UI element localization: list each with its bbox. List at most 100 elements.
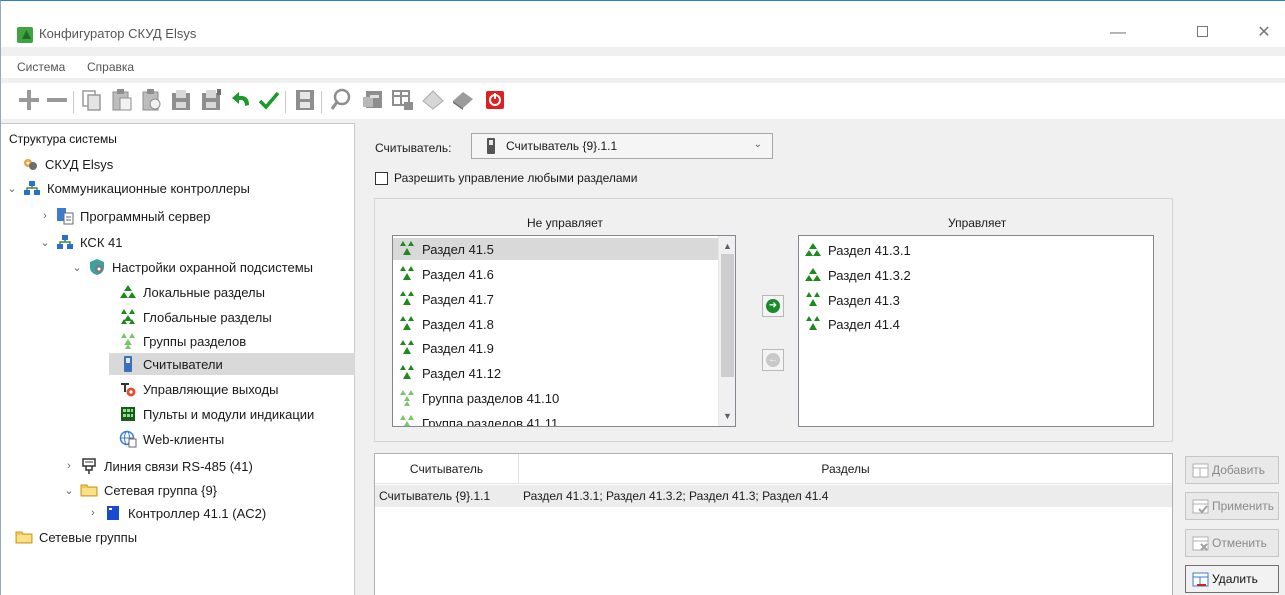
table-row[interactable]: Считыватель {9}.1.1 Раздел 41.3.1; Разде…	[375, 485, 1172, 507]
tree-item-label: Web-клиенты	[143, 431, 225, 447]
remove-icon[interactable]	[45, 87, 69, 113]
partition-group-icon	[398, 389, 416, 407]
reader-select[interactable]: Считыватель {9}.1.1 ⌄	[471, 133, 773, 159]
tree-item-label: Группы разделов	[143, 333, 247, 349]
list-item[interactable]: Раздел 41.6	[393, 263, 735, 285]
list-item[interactable]: Раздел 41.3	[799, 289, 1153, 311]
delete-button[interactable]: Удалить	[1185, 565, 1279, 593]
tree-item-security-settings[interactable]: ⌄ Настройки охранной подсистемы	[72, 256, 313, 278]
gears-icon	[21, 155, 39, 173]
paste-special-icon[interactable]	[139, 87, 163, 113]
tree-item-label: Программный сервер	[80, 208, 211, 224]
partition-assignment-group: Не управляет Управляет Раздел 41.5 Разде…	[374, 198, 1173, 442]
import-icon[interactable]	[361, 87, 385, 113]
add-icon[interactable]	[17, 87, 41, 113]
close-button[interactable]: ✕	[1241, 19, 1285, 47]
list-item[interactable]: Раздел 41.12	[393, 362, 735, 384]
global-partitions-icon	[119, 308, 137, 326]
tag-icon[interactable]	[421, 87, 445, 113]
reader-icon	[119, 355, 137, 373]
tree-item-network-groups[interactable]: Сетевые группы	[15, 526, 137, 548]
scroll-up-icon[interactable]: ▲	[719, 238, 735, 254]
tree-item-web-clients[interactable]: Web-клиенты	[119, 428, 224, 450]
partition-icon	[804, 291, 822, 309]
power-icon[interactable]	[483, 87, 507, 113]
apply-button[interactable]: Применить	[1185, 492, 1279, 520]
paste-icon[interactable]	[109, 87, 133, 113]
chevron-down-icon[interactable]: ⌄	[70, 261, 84, 274]
chevron-right-icon[interactable]: ›	[86, 507, 100, 519]
table-cell-reader: Считыватель {9}.1.1	[379, 489, 491, 503]
tree-item-indication-panels[interactable]: Пульты и модули индикации	[119, 403, 314, 425]
chevron-down-icon[interactable]: ⌄	[38, 236, 52, 249]
tree-item-comm-controllers[interactable]: ⌄ Коммуникационные контроллеры	[5, 177, 249, 199]
tree-item-network-group-9[interactable]: ⌄ Сетевая группа {9}	[62, 479, 217, 501]
table-header-partitions[interactable]: Разделы	[519, 454, 1172, 484]
network-icon	[23, 179, 41, 197]
list-item[interactable]: Группа разделов 41.11	[393, 412, 735, 426]
chevron-right-icon[interactable]: ›	[38, 210, 52, 222]
copy-icon[interactable]	[79, 87, 103, 113]
download-icon[interactable]	[199, 87, 223, 113]
list-item[interactable]: Раздел 41.9	[393, 337, 735, 359]
tree-title: Структура системы	[9, 132, 117, 146]
system-tree-panel: Структура системы СКУД Elsys ⌄ Коммуника…	[1, 123, 355, 595]
apply-row-icon	[1192, 498, 1209, 515]
menu-bar: Система Справка	[1, 56, 1285, 78]
chevron-right-icon[interactable]: ›	[62, 460, 76, 472]
list-item[interactable]: Раздел 41.3.1	[799, 239, 1153, 261]
allow-any-partitions-checkbox[interactable]	[375, 171, 388, 185]
partition-group-icon	[398, 414, 416, 426]
tree-item-controller-41-1[interactable]: › Контроллер 41.1 (AC2)	[86, 502, 266, 524]
tree-item-partition-groups[interactable]: Группы разделов	[119, 330, 246, 352]
export-icon[interactable]	[391, 87, 415, 113]
menu-system[interactable]: Система	[17, 60, 65, 74]
list-item[interactable]: Раздел 41.3.2	[799, 264, 1153, 286]
save-icon[interactable]	[293, 87, 317, 113]
menu-help[interactable]: Справка	[87, 60, 134, 74]
chevron-down-icon[interactable]: ⌄	[62, 484, 76, 497]
undo-icon[interactable]	[229, 87, 253, 113]
tree-item-control-outputs[interactable]: Управляющие выходы	[119, 378, 278, 400]
upload-icon[interactable]	[169, 87, 193, 113]
list-item[interactable]: Группа разделов 41.10	[393, 387, 735, 409]
tree-item-label: КСК 41	[80, 234, 123, 250]
list-item[interactable]: Раздел 41.5	[393, 238, 720, 260]
toolbar-separator	[285, 91, 286, 113]
web-client-icon	[119, 430, 137, 448]
table-header-reader[interactable]: Считыватель	[375, 454, 519, 484]
move-to-managed-button[interactable]: ➜	[762, 295, 784, 317]
add-button[interactable]: Добавить	[1185, 456, 1279, 484]
allow-any-partitions-row[interactable]: Разрешить управление любыми разделами	[375, 171, 638, 185]
search-icon[interactable]	[329, 87, 353, 113]
not-managed-scrollbar[interactable]: ▲ ▼	[718, 236, 735, 426]
scroll-down-icon[interactable]: ▼	[719, 408, 735, 424]
tree-item-label: Сетевые группы	[39, 529, 138, 545]
chevron-down-icon[interactable]: ⌄	[5, 182, 19, 195]
tree-item-rs485-line[interactable]: › Линия связи RS-485 (41)	[62, 455, 253, 477]
reader-label: Считыватель:	[375, 141, 452, 155]
tree-item-ksk41[interactable]: ⌄ КСК 41	[38, 231, 122, 253]
partition-icon	[398, 339, 416, 357]
not-managed-list[interactable]: Раздел 41.5 Раздел 41.6 Раздел 41.7 Разд…	[392, 235, 736, 427]
scrollbar-thumb[interactable]	[721, 254, 734, 377]
list-item[interactable]: Раздел 41.7	[393, 288, 735, 310]
tree-item-readers[interactable]: Считыватели	[109, 353, 355, 375]
arrow-left-circle-icon: ←	[766, 353, 780, 367]
list-item[interactable]: Раздел 41.8	[393, 313, 735, 335]
maximize-button[interactable]	[1179, 19, 1225, 47]
move-to-not-managed-button[interactable]: ←	[762, 349, 784, 371]
tree-item-global-partitions[interactable]: Глобальные разделы	[119, 306, 272, 328]
eraser-icon[interactable]	[451, 87, 475, 113]
managed-header: Управляет	[948, 216, 1007, 230]
tree-item-local-partitions[interactable]: Локальные разделы	[119, 281, 265, 303]
partition-icon	[804, 241, 822, 259]
cancel-button[interactable]: Отменить	[1185, 529, 1279, 557]
managed-list[interactable]: Раздел 41.3.1 Раздел 41.3.2 Раздел 41.3 …	[798, 235, 1154, 427]
list-item[interactable]: Раздел 41.4	[799, 313, 1153, 335]
tree-item-skud-elsys[interactable]: СКУД Elsys	[21, 153, 113, 175]
window-title: Конфигуратор СКУД Elsys	[39, 26, 197, 41]
apply-check-icon[interactable]	[257, 87, 281, 113]
tree-item-program-server[interactable]: › Программный сервер	[38, 205, 210, 227]
minimize-button[interactable]: —	[1095, 19, 1141, 47]
